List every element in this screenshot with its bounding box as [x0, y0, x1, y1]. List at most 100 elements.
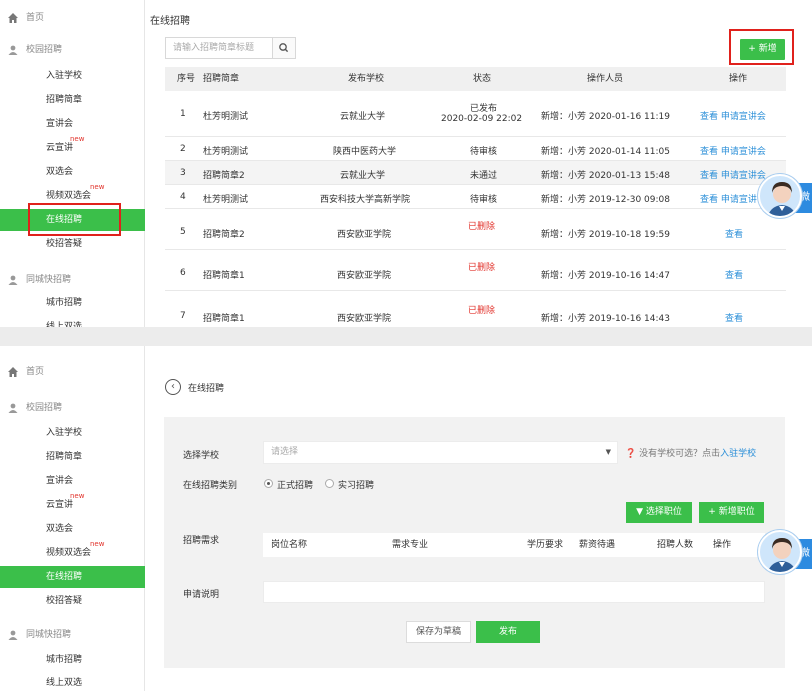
add-position-label: 新增职位: [718, 507, 755, 517]
row-school: 西安科技大学高新学院: [320, 195, 411, 205]
sidebar-item-home[interactable]: 首页: [0, 361, 145, 383]
row-school: 云就业大学: [340, 171, 386, 181]
row-view-link[interactable]: 查看: [725, 311, 743, 324]
row-status: 未通过: [470, 171, 498, 181]
row-operator: 新增：小芳 2019-10-18 19:59: [541, 230, 670, 240]
sidebar-item-city-recruit[interactable]: 城市招聘: [0, 649, 145, 671]
sidebar-item-faq[interactable]: 校招答疑: [0, 590, 145, 612]
row-number: 5: [180, 227, 186, 237]
row-actions-link[interactable]: 查看 申请宣讲会: [700, 109, 766, 122]
sidebar-item-faq[interactable]: 校招答疑: [0, 233, 145, 255]
highlight-box: [28, 203, 121, 236]
sidebar-item-label: 视频双选会: [46, 191, 92, 201]
row-actions-link[interactable]: 查看 申请宣讲会: [700, 192, 766, 205]
sidebar-item-job-fair[interactable]: 双选会: [0, 518, 145, 540]
row-status: 已发布: [470, 104, 498, 114]
column-header: 序号: [177, 74, 196, 84]
sidebar-item-video-fair[interactable]: 视频双选会 new: [0, 540, 145, 564]
sidebar-item-online-recruit[interactable]: 在线招聘: [0, 566, 145, 588]
column-header: 状态: [473, 74, 492, 84]
sidebar-group-label: 同城快招聘: [26, 630, 72, 640]
row-operator: 新增：小芳 2019-12-30 09:08: [541, 195, 670, 205]
table-row: 6 招聘简章1 西安欧亚学院 已删除 新增：小芳 2019-10-16 14:4…: [165, 250, 786, 291]
sidebar-item-cloud-talks[interactable]: 云宣讲 new: [0, 492, 145, 516]
sidebar-item-label: 双选会: [46, 167, 74, 177]
sidebar-item-city-recruit[interactable]: 城市招聘: [0, 292, 145, 314]
sidebar-group-campus[interactable]: 校园招聘: [0, 397, 145, 419]
sidebar-item-label: 校招答疑: [46, 596, 83, 606]
search-input[interactable]: 请输入招聘简章标题: [165, 37, 272, 59]
column-header: 操作人员: [587, 74, 624, 84]
sidebar-item-label: 视频双选会: [46, 548, 92, 558]
create-recruitment-screen: 首页 校园招聘 入驻学校 招聘简章 宣讲会 云宣讲 new 双选会 视频双选会 …: [0, 346, 812, 691]
select-position-button[interactable]: ▼ 选择职位: [626, 502, 692, 523]
table-row: 1 杜芳明测试 云就业大学 已发布 2020-02-09 22:02 新增：小芳…: [165, 91, 786, 137]
sidebar-item-label: 宣讲会: [46, 476, 74, 486]
row-operator: 新增：小芳 2020-01-16 11:19: [541, 112, 670, 122]
add-position-button[interactable]: + 新增职位: [699, 502, 764, 523]
sidebar-item-briefs[interactable]: 招聘简章: [0, 446, 145, 468]
row-view-link[interactable]: 查看: [725, 227, 743, 240]
note-input[interactable]: [263, 581, 765, 603]
row-status: 已删除: [468, 306, 496, 316]
sidebar-item-home[interactable]: 首页: [0, 7, 145, 29]
sidebar-item-label: 招聘简章: [46, 452, 83, 462]
back-button[interactable]: ‹: [165, 379, 181, 395]
save-draft-button[interactable]: 保存为草稿: [406, 621, 471, 643]
sidebar-group-city[interactable]: 同城快招聘: [0, 624, 145, 646]
publish-button[interactable]: 发布: [476, 621, 540, 643]
sidebar-item-online-fair[interactable]: 线上双选: [0, 316, 145, 327]
select-position-label: 选择职位: [645, 507, 682, 517]
chat-widget[interactable]: 微: [758, 530, 812, 576]
row-operator: 新增：小芳 2020-01-14 11:05: [541, 147, 670, 157]
radio-formal[interactable]: [264, 479, 273, 488]
column-header: 招聘简章: [203, 74, 240, 84]
sidebar-item-label: 宣讲会: [46, 119, 74, 129]
row-name: 招聘简章1: [203, 271, 245, 281]
sidebar-item-schools[interactable]: 入驻学校: [0, 65, 145, 87]
sidebar: 首页 校园招聘 入驻学校 招聘简章 宣讲会 云宣讲 new 双选会 视频双选会 …: [0, 346, 145, 691]
sidebar-item-online-fair[interactable]: 线上双选: [0, 672, 145, 691]
sidebar-item-label: 在线招聘: [46, 572, 83, 582]
sidebar-item-talks[interactable]: 宣讲会: [0, 470, 145, 492]
row-number: 4: [180, 192, 186, 202]
requirements-label: 招聘需求: [183, 536, 220, 546]
row-name: 杜芳明测试: [203, 112, 249, 122]
sidebar-group-label: 同城快招聘: [26, 275, 72, 285]
school-select[interactable]: 请选择 ▼: [263, 441, 618, 464]
category-label: 在线招聘类别: [183, 481, 238, 491]
row-actions-link[interactable]: 查看 申请宣讲会: [700, 168, 766, 181]
screen-separator: [0, 327, 812, 346]
column-header: 岗位名称: [271, 540, 308, 550]
table-row: 5 招聘简章2 西安欧亚学院 已删除 新增：小芳 2019-10-18 19:5…: [165, 209, 786, 250]
column-header: 发布学校: [348, 74, 385, 84]
recruitment-form: 选择学校 请选择 ▼ ❓ 没有学校可选？点击入驻学校 在线招聘类别 正式招聘 实…: [164, 417, 785, 668]
sidebar-group-campus[interactable]: 校园招聘: [0, 39, 145, 61]
page-title: 在线招聘: [188, 384, 225, 394]
sidebar-group-city[interactable]: 同城快招聘: [0, 269, 145, 291]
sidebar-item-briefs[interactable]: 招聘简章: [0, 89, 145, 111]
sidebar-item-cloud-talks[interactable]: 云宣讲 new: [0, 135, 145, 159]
register-school-link[interactable]: 入驻学校: [720, 449, 756, 459]
sidebar-item-schools[interactable]: 入驻学校: [0, 422, 145, 444]
home-icon: [7, 12, 19, 24]
sidebar-item-talks[interactable]: 宣讲会: [0, 113, 145, 135]
search-button[interactable]: [272, 37, 296, 59]
sidebar-group-label: 校园招聘: [26, 403, 63, 413]
row-view-link[interactable]: 查看: [725, 268, 743, 281]
chat-widget[interactable]: 微: [758, 174, 812, 220]
sidebar-item-job-fair[interactable]: 双选会: [0, 161, 145, 183]
row-operator: 新增：小芳 2019-10-16 14:47: [541, 271, 670, 281]
main-content: ‹ 在线招聘 选择学校 请选择 ▼ ❓ 没有学校可选？点击入驻学校 在线招聘类别…: [145, 346, 812, 691]
sidebar-item-label: 首页: [26, 13, 45, 23]
row-name: 杜芳明测试: [203, 195, 249, 205]
row-status: 已删除: [468, 222, 496, 232]
radio-intern-label: 实习招聘: [338, 481, 375, 491]
new-badge: new: [90, 183, 105, 191]
column-header: 招聘人数: [657, 540, 694, 550]
row-actions-link[interactable]: 查看 申请宣讲会: [700, 144, 766, 157]
sidebar-item-label: 首页: [26, 367, 45, 377]
row-school: 西安欧亚学院: [337, 314, 392, 324]
table-row: 7 招聘简章1 西安欧亚学院 已删除 新增：小芳 2019-10-16 14:4…: [165, 291, 786, 327]
radio-intern[interactable]: [325, 479, 334, 488]
